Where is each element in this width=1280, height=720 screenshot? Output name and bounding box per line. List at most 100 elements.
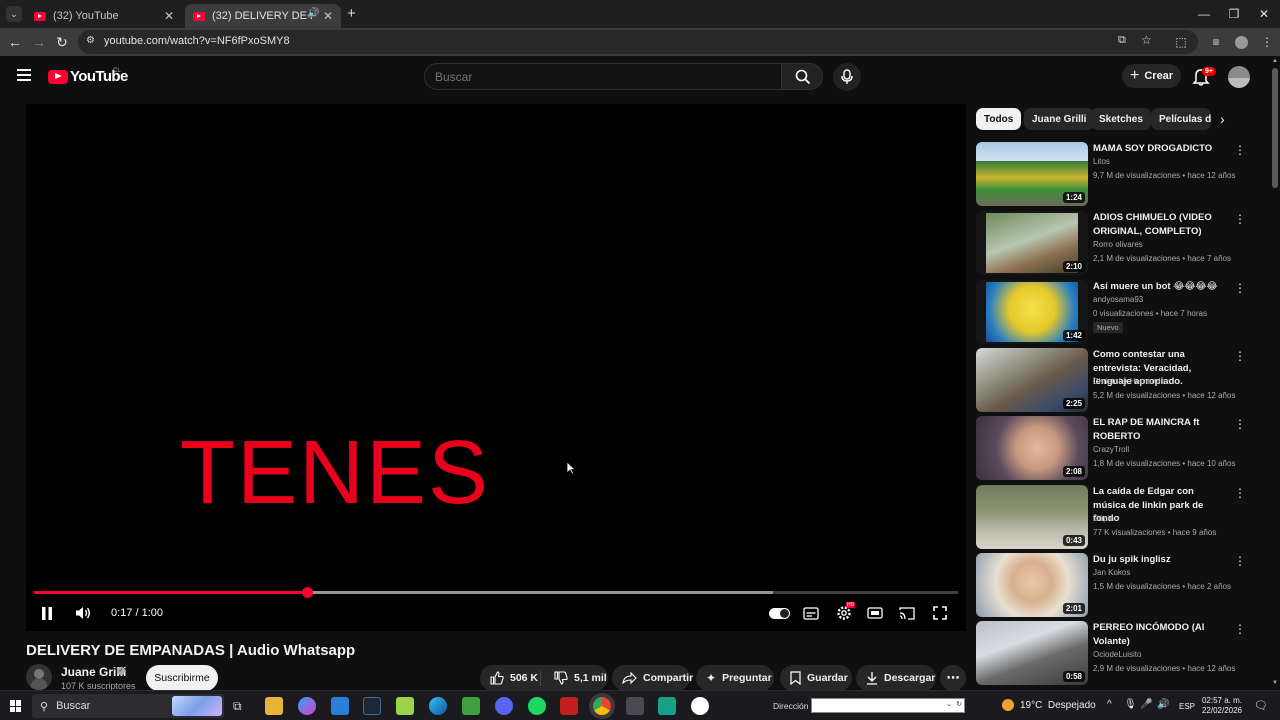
video-thumbnail[interactable]: 2:08 bbox=[976, 416, 1088, 480]
video-thumbnail[interactable]: 0:58 bbox=[976, 621, 1088, 685]
channel-name[interactable]: OciodeLuisito bbox=[1093, 650, 1141, 659]
store-icon[interactable] bbox=[396, 697, 414, 715]
close-tab-icon[interactable]: ✕ bbox=[323, 9, 333, 23]
github-icon[interactable] bbox=[691, 697, 709, 715]
progress-scrubber-handle[interactable] bbox=[302, 587, 314, 598]
calculator-icon[interactable] bbox=[626, 697, 644, 715]
video-editor-icon[interactable] bbox=[560, 697, 578, 715]
recommended-video[interactable]: 0:43 La caída de Edgar con música de lin… bbox=[976, 485, 1251, 549]
address-bar[interactable]: ⚙ youtube.com/watch?v=NF6fPxoSMY8 ⧉ ☆ bbox=[78, 30, 1198, 54]
chevron-right-icon[interactable]: › bbox=[1220, 111, 1225, 127]
video-title[interactable]: ADIOS CHIMUELO (VIDEO ORIGINAL, COMPLETO… bbox=[1093, 211, 1228, 238]
spotify-icon[interactable] bbox=[528, 697, 546, 715]
copilot-icon[interactable] bbox=[298, 697, 316, 715]
video-thumbnail[interactable]: 2:01 bbox=[976, 553, 1088, 617]
ask-button[interactable]: ✦ Preguntar bbox=[696, 665, 774, 690]
close-window-icon[interactable]: ✕ bbox=[1248, 0, 1280, 28]
scrollbar-thumb[interactable] bbox=[1272, 68, 1278, 188]
more-options-icon[interactable]: ⋮ bbox=[1234, 281, 1246, 295]
media-controls-icon[interactable]: ≡ bbox=[1207, 33, 1225, 51]
extensions-icon[interactable]: ⬚ bbox=[1172, 33, 1190, 51]
go-arrow-icon[interactable]: ↻ bbox=[956, 700, 962, 708]
like-count[interactable]: 506 K bbox=[510, 672, 538, 684]
new-tab-button[interactable]: + bbox=[347, 5, 356, 22]
chip-todos[interactable]: Todos bbox=[976, 108, 1022, 130]
reload-icon[interactable]: ↻ bbox=[52, 32, 72, 52]
address-toolbar-input[interactable]: ⌄ ↻ bbox=[811, 698, 965, 713]
video-title[interactable]: Así muere un bot 😂😂😂😂 bbox=[1093, 280, 1228, 294]
tab-search-button[interactable]: ⌄ bbox=[6, 6, 22, 22]
channel-name[interactable]: Dúpin bbox=[1093, 514, 1114, 523]
channel-name[interactable]: Jan Kokos bbox=[1093, 568, 1130, 577]
download-button[interactable]: Descargar bbox=[856, 665, 936, 690]
settings-button[interactable]: HD bbox=[834, 602, 856, 622]
more-options-icon[interactable]: ⋮ bbox=[1234, 622, 1246, 636]
share-button[interactable]: Compartir bbox=[612, 665, 693, 690]
autoplay-toggle[interactable] bbox=[768, 604, 790, 622]
task-view-icon[interactable]: ⧉ bbox=[233, 699, 242, 714]
more-options-icon[interactable]: ⋮ bbox=[1234, 417, 1246, 431]
recommended-video[interactable]: 0:58 PERREO INCÓMODO (Al Volante) Ociode… bbox=[976, 621, 1251, 685]
scroll-up-arrow-icon[interactable]: ▲ bbox=[1272, 58, 1278, 64]
chip-peliculas[interactable]: Películas de bbox=[1151, 108, 1211, 130]
recommended-video[interactable]: 2:08 EL RAP DE MAINCRA ft ROBERTO CrazyT… bbox=[976, 416, 1251, 480]
subscribe-button[interactable]: Suscribirme bbox=[146, 665, 218, 690]
notifications-tray-icon[interactable]: 🗨 bbox=[1254, 699, 1268, 712]
microphone-tray-icon[interactable]: 🎙 bbox=[1124, 699, 1137, 710]
video-title[interactable]: PERREO INCÓMODO (Al Volante) bbox=[1093, 621, 1228, 648]
outlook-icon[interactable] bbox=[331, 697, 349, 715]
app-teal-icon[interactable] bbox=[658, 697, 676, 715]
voice-search-button[interactable] bbox=[833, 63, 861, 91]
browser-menu-icon[interactable]: ⋮ bbox=[1258, 33, 1276, 51]
account-avatar[interactable] bbox=[1228, 66, 1250, 88]
chip-sketches[interactable]: Sketches bbox=[1091, 108, 1151, 130]
weather-widget[interactable]: 19°C Despejado bbox=[1002, 699, 1096, 711]
channel-name[interactable]: Rorro olivares bbox=[1093, 240, 1143, 249]
guide-menu-icon[interactable] bbox=[17, 69, 31, 81]
more-options-icon[interactable]: ⋮ bbox=[1234, 349, 1246, 363]
save-button[interactable]: Guardar bbox=[780, 665, 852, 690]
input-language[interactable]: ESP bbox=[1179, 702, 1195, 711]
scroll-down-arrow-icon[interactable]: ▼ bbox=[1272, 680, 1278, 686]
bookmark-star-icon[interactable]: ☆ bbox=[1141, 33, 1152, 47]
video-thumbnail[interactable]: 1:24 bbox=[976, 142, 1088, 206]
more-options-icon[interactable]: ⋮ bbox=[1234, 554, 1246, 568]
chip-juane-grilli[interactable]: Juane Grilli bbox=[1024, 108, 1095, 130]
channel-name[interactable]: CrazyTroll bbox=[1093, 445, 1129, 454]
channel-avatar[interactable] bbox=[26, 664, 52, 690]
network-tray-icon[interactable]: 🎤 bbox=[1140, 699, 1152, 710]
subtitles-button[interactable] bbox=[802, 604, 820, 622]
progress-bar[interactable] bbox=[34, 587, 958, 598]
recommended-video[interactable]: 2:01 Du ju spik inglisz Jan Kokos 1,5 M … bbox=[976, 553, 1251, 617]
app-green-icon[interactable] bbox=[462, 697, 480, 715]
video-thumbnail[interactable]: 0:43 bbox=[976, 485, 1088, 549]
show-hidden-icons-chevron-icon[interactable]: ^ bbox=[1107, 699, 1112, 710]
clock[interactable]: 02:57 a. m. 22/02/2026 bbox=[1200, 696, 1242, 716]
volume-button[interactable] bbox=[74, 604, 92, 622]
video-player[interactable]: TENES 0:17 / 1:00 HD bbox=[26, 104, 966, 631]
search-input[interactable] bbox=[435, 70, 765, 84]
more-options-icon[interactable]: ⋮ bbox=[1234, 143, 1246, 157]
forward-icon[interactable]: → bbox=[29, 32, 49, 52]
browser-tab-video[interactable]: (32) DELIVERY DE EMPANADAS 🔊 ✕ bbox=[185, 4, 341, 28]
site-info-icon[interactable]: ⚙ bbox=[86, 35, 95, 46]
restore-icon[interactable]: ❐ bbox=[1218, 0, 1250, 28]
video-thumbnail[interactable]: 1:42 bbox=[976, 280, 1088, 344]
video-title[interactable]: EL RAP DE MAINCRA ft ROBERTO bbox=[1093, 416, 1228, 443]
page-scrollbar[interactable]: ▲ ▼ bbox=[1270, 56, 1280, 690]
windows-start-icon[interactable] bbox=[10, 700, 22, 712]
steam-icon[interactable] bbox=[363, 697, 381, 715]
channel-name[interactable]: andyosama93 bbox=[1093, 295, 1143, 304]
edge-icon[interactable] bbox=[429, 697, 447, 715]
thumbs-up-icon[interactable] bbox=[490, 671, 504, 685]
fullscreen-button[interactable] bbox=[931, 604, 949, 622]
cast-button[interactable] bbox=[898, 604, 916, 622]
close-tab-icon[interactable]: ✕ bbox=[164, 9, 174, 23]
file-explorer-icon[interactable] bbox=[265, 697, 283, 715]
create-button[interactable]: + Crear bbox=[1122, 64, 1181, 88]
audio-playing-icon[interactable]: 🔊 bbox=[307, 8, 319, 19]
dropdown-arrow-icon[interactable]: ⌄ bbox=[946, 700, 952, 708]
recommended-video[interactable]: 1:42 Así muere un bot 😂😂😂😂 andyosama93 0… bbox=[976, 280, 1251, 344]
taskbar-search[interactable]: ⚲ Buscar bbox=[32, 694, 224, 718]
minimize-icon[interactable]: — bbox=[1188, 0, 1220, 28]
